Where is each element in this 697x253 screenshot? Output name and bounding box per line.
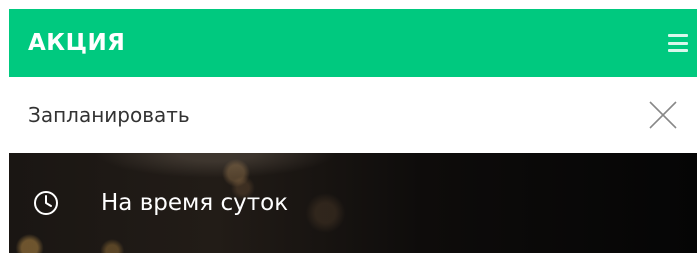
clock-icon bbox=[34, 191, 58, 215]
hamburger-menu-icon[interactable] bbox=[668, 34, 688, 52]
menu-line bbox=[668, 49, 688, 52]
page-title: АКЦИЯ bbox=[28, 30, 126, 56]
close-icon[interactable] bbox=[647, 99, 679, 131]
header-bar: АКЦИЯ bbox=[9, 9, 697, 77]
schedule-title: Запланировать bbox=[28, 103, 190, 127]
menu-line bbox=[668, 34, 688, 37]
menu-line bbox=[668, 41, 688, 45]
app-frame: АКЦИЯ Запланировать На время суток bbox=[9, 9, 697, 253]
time-of-day-option[interactable]: На время суток bbox=[9, 153, 697, 253]
schedule-bar: Запланировать bbox=[9, 77, 697, 153]
time-of-day-label: На время суток bbox=[101, 190, 289, 216]
